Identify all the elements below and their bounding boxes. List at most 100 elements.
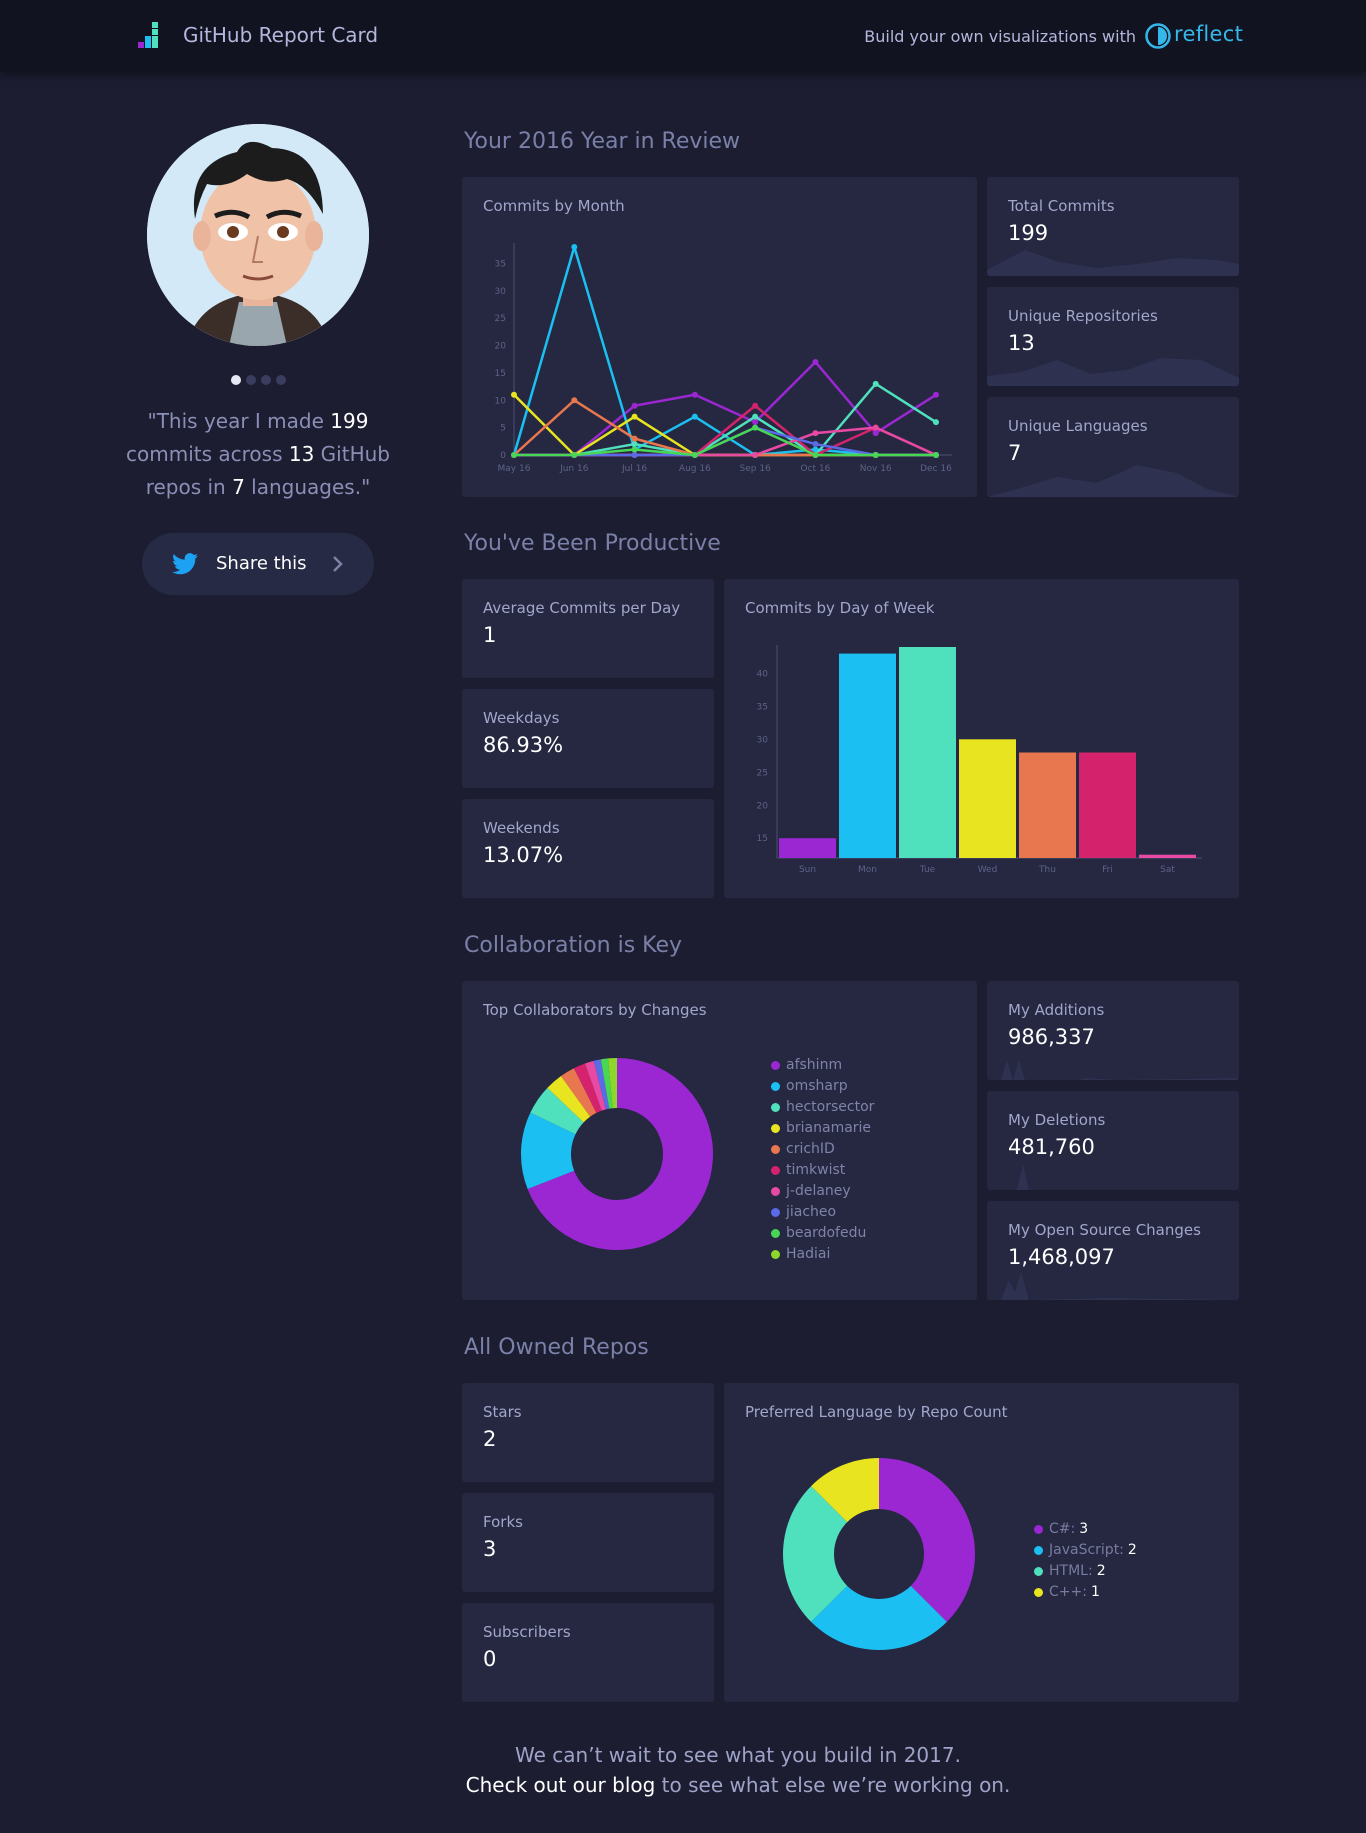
legend-label: crichID: [786, 1141, 835, 1157]
x-tick-label: Thu: [1038, 865, 1056, 875]
quote-language-count: 7: [232, 475, 245, 499]
legend-item: brianamarie: [771, 1118, 874, 1139]
reflect-link[interactable]: reflect: [1174, 22, 1243, 46]
legend-label: C#:: [1049, 1521, 1076, 1537]
bar: [1079, 752, 1136, 858]
data-point: [571, 244, 578, 250]
oss-changes-card: My Open Source Changes 1,468,097: [987, 1201, 1239, 1300]
data-point: [511, 452, 517, 458]
legend-swatch: [771, 1061, 780, 1070]
sparkline: [987, 1060, 1239, 1080]
legend-label: JavaScript:: [1049, 1542, 1124, 1558]
year-summary-quote: "This year I made 199 commits across 13 …: [118, 405, 398, 504]
y-tick-label: 25: [757, 768, 768, 778]
legend-item: C#: 3: [1034, 1519, 1137, 1540]
weekdays-card: Weekdays 86.93%: [462, 689, 714, 788]
x-tick-label: Wed: [978, 865, 998, 875]
y-tick-label: 5: [500, 424, 506, 434]
unique-repos-card: Unique Repositories 13: [987, 287, 1239, 386]
legend-swatch: [771, 1082, 780, 1091]
data-point: [631, 413, 638, 420]
legend-label: beardofedu: [786, 1225, 867, 1241]
user-avatar: [147, 124, 369, 346]
data-point: [752, 402, 759, 409]
collaborators-legend: afshinm omsharp hectorsector brianamarie cri…: [771, 1055, 874, 1265]
y-tick-label: 15: [757, 834, 768, 844]
carousel-dot[interactable]: [276, 375, 286, 385]
share-button[interactable]: Share this: [142, 533, 374, 595]
legend-item: C++: 1: [1034, 1582, 1137, 1603]
stat-title: My Deletions: [1008, 1111, 1106, 1129]
app-title[interactable]: GitHub Report Card: [183, 23, 378, 47]
sparkline: [987, 250, 1239, 276]
x-tick-label: Nov 16: [860, 464, 892, 474]
data-point: [571, 397, 578, 404]
carousel-dot[interactable]: [261, 375, 271, 385]
legend-swatch: [1034, 1567, 1043, 1576]
legend-swatch: [1034, 1546, 1043, 1555]
data-point: [631, 435, 638, 442]
legend-count: 2: [1127, 1542, 1137, 1558]
stat-value: 1: [483, 623, 497, 647]
stat-title: My Open Source Changes: [1008, 1221, 1201, 1239]
legend-label: afshinm: [786, 1057, 843, 1073]
x-tick-label: Dec 16: [920, 464, 952, 474]
carousel-dot[interactable]: [246, 375, 256, 385]
sparkline: [987, 1272, 1239, 1300]
bar: [1139, 854, 1196, 858]
legend-item: jiacheo: [771, 1202, 874, 1223]
legend-swatch: [771, 1124, 780, 1133]
x-tick-label: Sep 16: [740, 464, 772, 474]
bar: [839, 653, 896, 858]
footer-text: to see what else we’re working on.: [655, 1773, 1011, 1797]
footer-blog-line: Check out our blog to see what else we’r…: [0, 1773, 1366, 1797]
legend-label: HTML:: [1049, 1563, 1093, 1579]
data-point: [812, 358, 819, 365]
x-tick-label: Tue: [919, 865, 936, 875]
data-point: [933, 419, 939, 426]
legend-item: JavaScript: 2: [1034, 1540, 1137, 1561]
data-point: [691, 391, 698, 398]
x-tick-label: Aug 16: [679, 464, 711, 474]
y-tick-label: 40: [757, 669, 769, 679]
x-tick-label: Oct 16: [800, 464, 830, 474]
legend-label: j-delaney: [786, 1183, 851, 1199]
commits-by-month-chart: 0 5 10 15 20 25 30 35 May 16 Jun 16 Jul 16 Aug 16 Se…: [495, 243, 952, 474]
stat-title: My Additions: [1008, 1001, 1105, 1019]
y-tick-label: 35: [757, 702, 768, 712]
bar: [959, 739, 1016, 858]
section-title-review: Your 2016 Year in Review: [464, 129, 741, 154]
total-commits-card: Total Commits 199: [987, 177, 1239, 276]
data-point: [872, 424, 879, 431]
y-tick-label: 25: [495, 314, 506, 324]
quote-text: languages.": [244, 475, 371, 499]
stat-title: Subscribers: [483, 1623, 571, 1641]
legend-item: timkwist: [771, 1160, 874, 1181]
stat-value: 0: [483, 1647, 497, 1671]
legend-item: omsharp: [771, 1076, 874, 1097]
legend-label: timkwist: [786, 1162, 846, 1178]
data-point: [511, 391, 517, 398]
stars-card: Stars 2: [462, 1383, 714, 1482]
stat-title: Stars: [483, 1403, 522, 1421]
legend-swatch: [1034, 1525, 1043, 1534]
series-line: [514, 404, 937, 457]
legend-label: jiacheo: [786, 1204, 837, 1220]
data-point: [933, 391, 939, 398]
legend-item: HTML: 2: [1034, 1561, 1137, 1582]
reflect-logo-icon[interactable]: [1143, 21, 1173, 51]
legend-label: omsharp: [786, 1078, 848, 1094]
data-point: [571, 452, 578, 458]
stat-title: Unique Languages: [1008, 417, 1148, 435]
carousel-dot[interactable]: [231, 375, 241, 385]
legend-item: afshinm: [771, 1055, 874, 1076]
legend-item: beardofedu: [771, 1223, 874, 1244]
share-label: Share this: [216, 553, 307, 574]
legend-label: hectorsector: [786, 1099, 875, 1115]
app-logo-icon[interactable]: [138, 22, 166, 50]
stat-value: 3: [483, 1537, 497, 1561]
y-tick-label: 20: [757, 801, 769, 811]
blog-link[interactable]: Check out our blog: [466, 1773, 656, 1797]
stat-title: Weekdays: [483, 709, 560, 727]
quote-repo-count: 13: [288, 442, 315, 466]
